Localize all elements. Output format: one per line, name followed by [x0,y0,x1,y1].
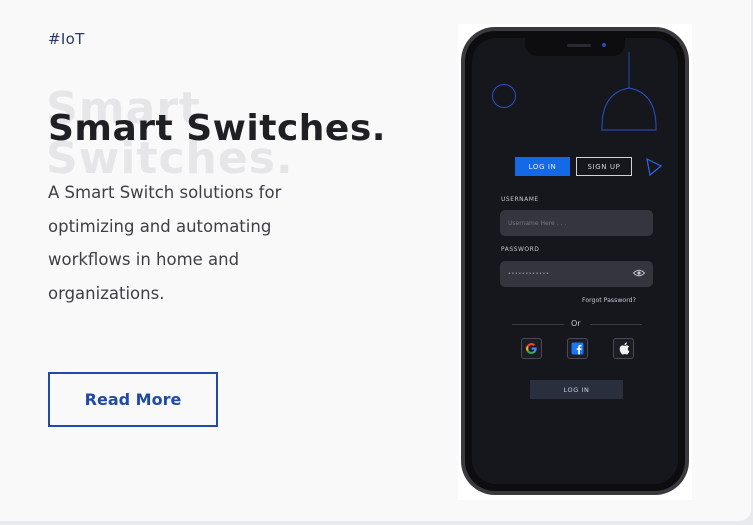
password-value: •••••••••••• [508,271,550,277]
feature-card: #IoT Smart Switches. Smart Switches. A S… [0,0,751,521]
tab-signup[interactable]: SIGN UP [576,157,632,176]
apple-icon [619,342,629,355]
circle-decoration [492,84,516,108]
facebook-login-button[interactable] [567,338,588,359]
phone-mockup: LOG IN SIGN UP USERNAME Username Here . … [461,27,689,495]
password-label: PASSWORD [501,246,540,253]
decorative-graphics [492,52,663,177]
tab-login[interactable]: LOG IN [515,157,570,176]
facebook-icon [571,342,584,355]
description: A Smart Switch solutions for optimizing … [48,183,282,303]
google-login-button[interactable] [521,338,542,359]
eye-icon[interactable] [633,269,645,277]
username-input[interactable]: Username Here . . . [500,210,653,236]
login-button[interactable]: LOG IN [530,380,623,399]
category-tag: #IoT [48,30,85,48]
read-more-button[interactable]: Read More [48,372,218,427]
page-edge [0,521,753,525]
apple-login-button[interactable] [613,338,634,359]
divider-left [512,324,564,325]
triangle-decoration [646,157,663,177]
forgot-password-link[interactable]: Forgot Password? [582,297,636,304]
username-label: USERNAME [501,196,539,203]
google-icon [526,343,537,354]
page-title: Smart Switches. [48,108,386,149]
divider-right [590,324,642,325]
lamp-shade-icon [601,87,657,131]
username-placeholder: Username Here . . . [508,219,567,227]
password-input[interactable]: •••••••••••• [500,261,653,287]
or-separator: Or [571,319,581,328]
phone-screen: LOG IN SIGN UP USERNAME Username Here . … [472,38,678,484]
